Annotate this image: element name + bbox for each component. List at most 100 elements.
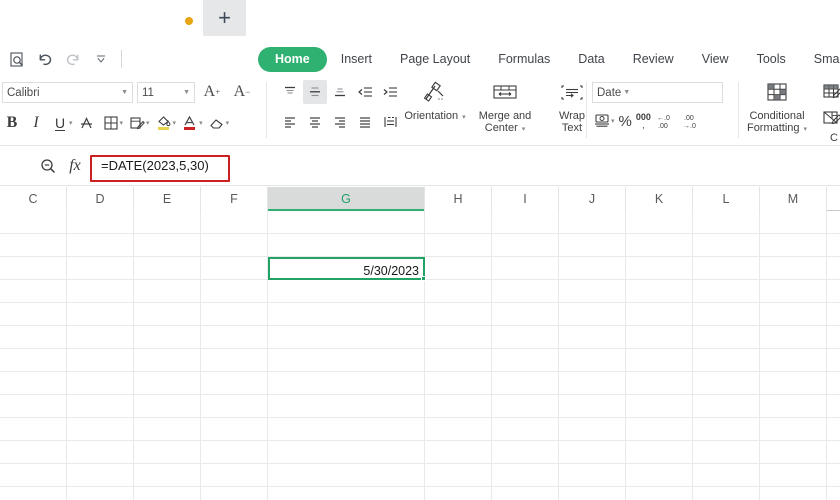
grid-cell[interactable] [626, 303, 693, 326]
cell-styles-button[interactable]: C [814, 108, 840, 144]
grid-cell[interactable] [492, 234, 559, 257]
grid-cell[interactable] [0, 441, 67, 464]
grid-cell[interactable] [626, 234, 693, 257]
grid-cell[interactable] [559, 211, 626, 234]
grid-cell[interactable] [492, 395, 559, 418]
grid-cell[interactable] [693, 464, 760, 487]
grid-cell[interactable] [201, 464, 268, 487]
merge-and-center-button[interactable]: Merge and Center ▾ [473, 78, 537, 142]
grid-cell[interactable] [626, 464, 693, 487]
grid-cell[interactable] [268, 487, 425, 500]
grid-cell[interactable] [134, 395, 201, 418]
grid-cell[interactable] [492, 441, 559, 464]
grid-cell[interactable] [693, 441, 760, 464]
tab-tools[interactable]: Tools [743, 46, 800, 72]
grid-cell[interactable] [693, 303, 760, 326]
grid-cell[interactable] [268, 395, 425, 418]
grid-cell[interactable] [425, 487, 492, 500]
grid-cell[interactable] [760, 234, 827, 257]
grid-cell[interactable] [268, 234, 425, 257]
grid-cell[interactable] [0, 418, 67, 441]
grid-cell[interactable] [425, 326, 492, 349]
bold-button[interactable]: B [0, 110, 24, 136]
grid-cell[interactable] [559, 303, 626, 326]
grid-cell[interactable] [0, 257, 67, 280]
print-preview-icon[interactable] [4, 46, 30, 72]
grid-cell[interactable] [559, 418, 626, 441]
grid-cell[interactable] [201, 349, 268, 372]
comma-format-button[interactable]: 000 , [634, 108, 653, 134]
grid-cell[interactable] [0, 487, 67, 500]
grid-cell[interactable] [559, 326, 626, 349]
tab-smart-toolbox[interactable]: Smart Toolbox [800, 46, 840, 72]
grid-cell[interactable] [559, 464, 626, 487]
font-name-input[interactable]: Calibri ▼ [2, 82, 133, 103]
number-format-dropdown[interactable]: Date ▼ [592, 82, 723, 103]
grid-cell[interactable] [559, 257, 626, 280]
grid-cell[interactable] [425, 280, 492, 303]
grid-cell[interactable] [492, 464, 559, 487]
grid-cell[interactable] [268, 464, 425, 487]
undo-icon[interactable] [32, 46, 58, 72]
grid-cell[interactable] [559, 280, 626, 303]
grid-cell[interactable] [201, 487, 268, 500]
grid-cell[interactable] [425, 464, 492, 487]
grid-cell[interactable] [134, 303, 201, 326]
grid-cell[interactable] [134, 441, 201, 464]
grid-cell[interactable] [67, 372, 134, 395]
grid-cell[interactable] [67, 280, 134, 303]
grid-cell[interactable] [760, 418, 827, 441]
grid-cell[interactable] [0, 349, 67, 372]
grow-font-button[interactable]: A + [200, 80, 224, 104]
column-header-i[interactable]: I [492, 187, 559, 211]
grid-cell[interactable] [0, 234, 67, 257]
grid-cell[interactable] [693, 372, 760, 395]
clear-format-dropdown-icon[interactable]: ▾ [226, 119, 230, 127]
grid-cell[interactable] [760, 280, 827, 303]
borders-dropdown-icon[interactable]: ▾ [120, 119, 124, 127]
grid-cell[interactable] [67, 257, 134, 280]
grid-cell[interactable] [67, 326, 134, 349]
grid-cell[interactable] [0, 395, 67, 418]
column-header-m[interactable]: M [760, 187, 827, 211]
grid-cell[interactable] [492, 211, 559, 234]
grid-cell[interactable] [760, 464, 827, 487]
grid-cell[interactable] [134, 280, 201, 303]
conditional-formatting-button[interactable]: Conditional Formatting ▾ [742, 78, 812, 142]
grid-cell[interactable] [268, 280, 425, 303]
grid-cell[interactable] [201, 395, 268, 418]
grid-cell[interactable] [0, 303, 67, 326]
grid-cell[interactable] [693, 395, 760, 418]
grid-cell[interactable] [626, 349, 693, 372]
grid-cell[interactable] [201, 418, 268, 441]
fill-handle[interactable] [421, 276, 426, 281]
font-color-dropdown-icon[interactable]: ▾ [199, 119, 203, 127]
grid-cell[interactable] [268, 418, 425, 441]
grid-cell[interactable] [201, 303, 268, 326]
grid-cell[interactable] [760, 372, 827, 395]
align-center-button[interactable] [303, 110, 327, 134]
grid-cell[interactable] [760, 395, 827, 418]
shrink-font-button[interactable]: A − [230, 80, 254, 104]
tab-insert[interactable]: Insert [327, 46, 386, 72]
grid-cell[interactable] [760, 303, 827, 326]
grid-cell[interactable] [559, 234, 626, 257]
grid-cell[interactable] [425, 303, 492, 326]
orientation-button[interactable]: Orientation ▾ [403, 78, 467, 142]
grid-cell[interactable] [693, 326, 760, 349]
grid-cell[interactable] [693, 349, 760, 372]
grid-cell[interactable] [425, 418, 492, 441]
grid-cell[interactable] [201, 372, 268, 395]
grid-cell[interactable] [67, 395, 134, 418]
grid-cell[interactable] [626, 441, 693, 464]
grid-cell[interactable] [760, 441, 827, 464]
grid-cell[interactable] [268, 441, 425, 464]
grid-cell[interactable] [559, 487, 626, 500]
grid-cell[interactable] [201, 326, 268, 349]
increase-indent-button[interactable] [378, 80, 402, 104]
fill-color-dropdown-icon[interactable]: ▾ [173, 119, 177, 127]
selected-cell[interactable]: 5/30/2023 [268, 257, 426, 281]
new-tab-button[interactable]: + [203, 0, 246, 36]
grid-cell[interactable] [492, 280, 559, 303]
redo-icon[interactable] [60, 46, 86, 72]
